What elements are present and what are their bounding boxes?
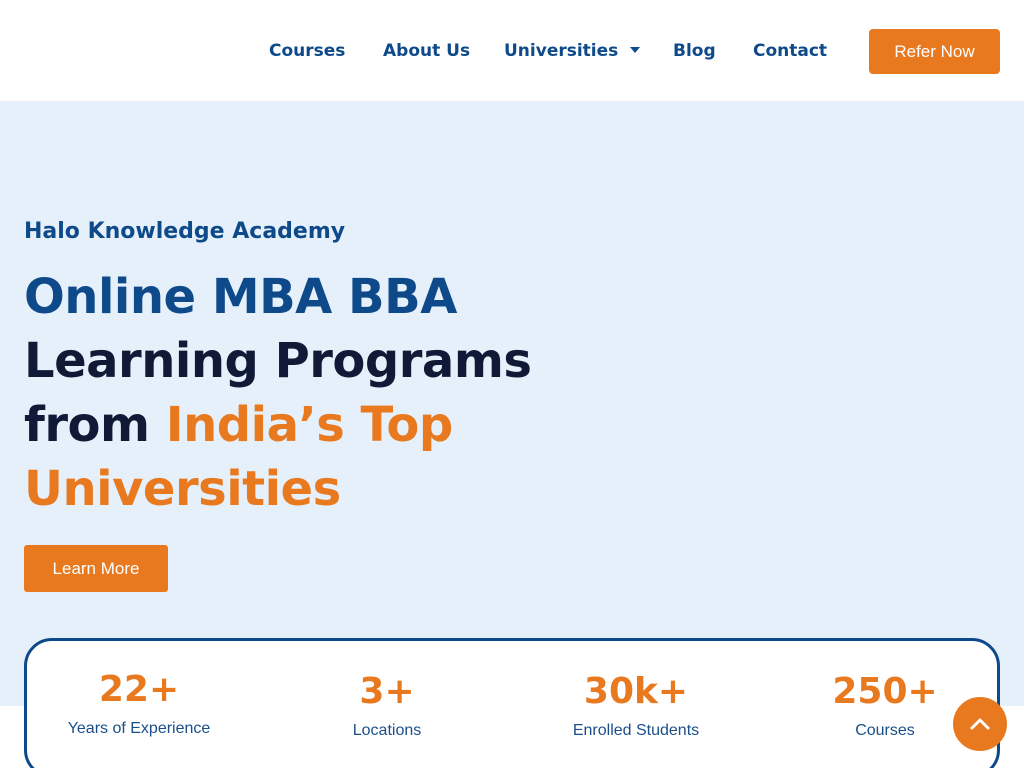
- hero-title-line-1: Online MBA BBA: [24, 269, 457, 325]
- logo[interactable]: [24, 20, 194, 82]
- nav-about-link[interactable]: About Us: [383, 38, 470, 64]
- stat-value: 22+: [98, 669, 180, 710]
- nav-universities-dropdown[interactable]: Universities: [504, 38, 641, 64]
- nav-blog-link[interactable]: Blog: [673, 38, 716, 64]
- stat-value: 30k+: [583, 671, 689, 712]
- stat-value: 250+: [832, 671, 938, 712]
- stat-item-experience: 22+ Years of Experience: [39, 668, 239, 738]
- hero-title: Online MBA BBA Learning Programs from In…: [24, 265, 564, 521]
- hero-title-line-2: Learning Programs: [24, 333, 532, 389]
- nav-contact-link[interactable]: Contact: [753, 38, 827, 64]
- hero-title-line-3: from India’s Top: [24, 393, 564, 457]
- hero-title-highlight-1: India’s Top: [165, 397, 453, 453]
- stat-label: Enrolled Students: [572, 722, 700, 739]
- chevron-up-icon: [970, 718, 990, 730]
- stat-item-locations: 3+ Locations: [287, 670, 487, 740]
- refer-now-button[interactable]: Refer Now: [869, 29, 1000, 74]
- caret-down-icon: [630, 47, 641, 53]
- stat-value: 3+: [359, 671, 415, 712]
- nav-courses-link[interactable]: Courses: [269, 38, 345, 64]
- stat-label: Locations: [352, 722, 422, 739]
- stat-item-students: 30k+ Enrolled Students: [536, 670, 736, 740]
- stats-card: 22+ Years of Experience 3+ Locations 30k…: [24, 638, 1000, 768]
- learn-more-button[interactable]: Learn More: [24, 545, 168, 592]
- site-header: Courses About Us Universities Blog Conta…: [0, 0, 1024, 102]
- page: Courses About Us Universities Blog Conta…: [0, 0, 1024, 768]
- scroll-to-top-button[interactable]: [953, 697, 1007, 751]
- nav-universities-label: Universities: [504, 41, 619, 61]
- hero-title-from: from: [24, 397, 166, 453]
- stat-label: Years of Experience: [67, 720, 211, 737]
- hero-title-highlight-2: Universities: [24, 461, 341, 517]
- hero-eyebrow: Halo Knowledge Academy: [24, 219, 346, 244]
